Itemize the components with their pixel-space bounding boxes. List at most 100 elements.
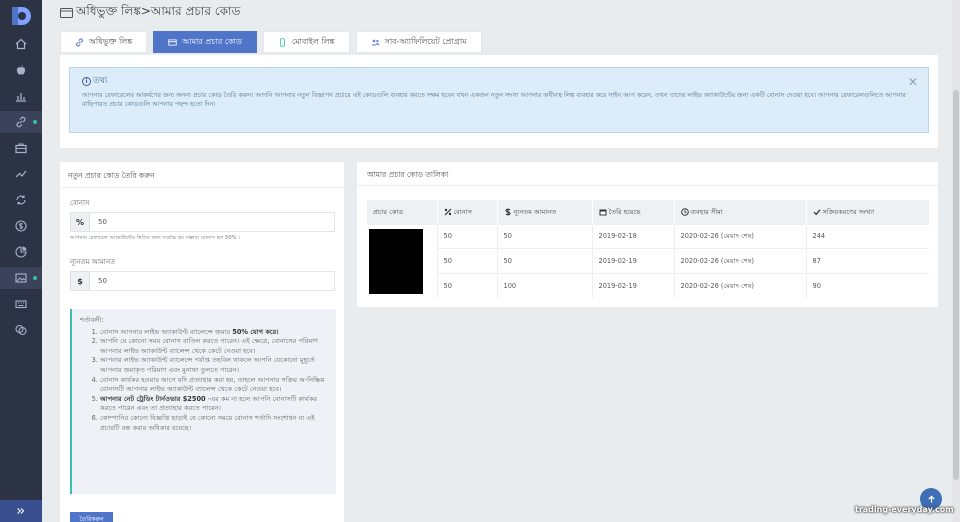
sidebar-item-home[interactable] [0, 33, 42, 55]
table-row[interactable]: 50 50 2019-02-19 2020-02-26 (মেয়াদ শেষ)… [367, 248, 929, 273]
cell-activations: 87 [806, 248, 929, 273]
tab-sub-affiliate[interactable]: সাব-অ্যাফিলিয়েট প্রোগ্রাম [355, 31, 482, 53]
terms-item: আপনার লাইভ অ্যাকাউন্ট ব্যালেন্সে পর্যাপ্… [100, 356, 328, 375]
card-header: নতুন প্রচার কোড তৈরি করুন [60, 162, 344, 188]
tab-promo-codes[interactable]: আমার প্রচার কোড [153, 31, 257, 53]
card-icon [168, 38, 177, 46]
sidebar-item-stats[interactable] [0, 85, 42, 107]
tab-label: সাব-অ্যাফিলিয়েট প্রোগ্রাম [384, 36, 467, 46]
sidebar-item-briefcase[interactable] [0, 137, 42, 159]
bonus-hint: আপনার রেফারেল অ্যাকাউন্টের স্থিতির জন্য … [70, 235, 241, 241]
terms-item: আপনার নেট ট্রেডিং টার্নওভার $2500 -এর কম… [100, 395, 328, 414]
dollar-icon [504, 208, 511, 216]
min-deposit-label: ন্যূনতম আমানত [70, 258, 116, 266]
alert-heading-text: তথ্য [93, 76, 108, 86]
link-icon [76, 38, 83, 46]
tab-mobile-links[interactable]: মোবাইল লিঙ্ক [262, 31, 350, 53]
promo-table: প্রচার কোড বোনাস ন্যূনতম আমানত তৈরি হয়ে… [367, 200, 929, 298]
check-icon [813, 209, 820, 215]
sidebar-item-dollar[interactable] [0, 215, 42, 237]
sidebar-item-media[interactable] [0, 267, 42, 289]
transfer-icon [16, 195, 26, 205]
cell-limit: 2020-02-26 (মেয়াদ শেষ) [674, 248, 807, 273]
briefcase-icon [15, 143, 27, 154]
table-row[interactable]: 50 100 2019-02-19 2020-02-26 (মেয়াদ শেষ… [367, 272, 929, 298]
calendar-icon [599, 209, 606, 216]
sidebar-item-coins[interactable] [0, 319, 42, 341]
terms-item: বোনাস আপনার লাইভ অ্যাকাউন্ট ব্যালেন্সে জ… [100, 328, 328, 338]
sidebar-item-apple[interactable] [0, 59, 42, 81]
image-icon [15, 273, 27, 283]
cell-created: 2019-02-19 [592, 272, 675, 298]
clock-icon [680, 207, 689, 216]
dollar-addon: $ [70, 271, 90, 291]
promo-code-redacted [367, 223, 438, 298]
sidebar-item-keyboard[interactable] [0, 293, 42, 315]
sidebar-item-affiliate[interactable] [0, 111, 42, 133]
sidebar-item-trend[interactable] [0, 163, 42, 185]
col-activations[interactable]: সক্রিয়করণের সংখ্যা [806, 200, 929, 224]
cell-deposit: 100 [497, 272, 593, 298]
sidebar-item-pie[interactable] [0, 241, 42, 263]
bonus-label: বোনাস [70, 199, 90, 207]
link-icon [16, 116, 26, 128]
terms-item: কোম্পানির কোনো বিজ্ঞপ্তি ছাড়াই যে কোনো … [100, 414, 328, 433]
table-header-row: প্রচার কোড বোনাস ন্যূনতম আমানত তৈরি হয়ে… [367, 200, 929, 224]
deposit-input-group: $ 50 [70, 271, 335, 291]
cell-bonus: 50 [437, 272, 498, 298]
active-dot [33, 120, 37, 124]
sidebar-collapse-button[interactable] [0, 500, 42, 522]
active-dot [33, 276, 37, 280]
scrollbar[interactable] [952, 0, 960, 522]
terms-title: শর্তাবলী: [80, 316, 104, 324]
cell-deposit: 50 [497, 248, 593, 273]
create-button[interactable]: তৈরিকরুন [70, 512, 113, 522]
arrow-up-icon [927, 494, 935, 503]
bar-chart-icon [16, 93, 26, 102]
page-title-text: অধিভুক্ত লিঙ্ক>আমার প্রচার কোড [76, 4, 241, 18]
keyboard-icon [15, 300, 27, 309]
info-card: i তথ্য আপনার রেফারেলের আকর্ষণের জন্য অনন… [60, 55, 938, 148]
coins-icon [15, 324, 27, 336]
close-icon[interactable]: ✕ [908, 75, 918, 89]
alert-text: আপনার রেফারেলের আকর্ষণের জন্য অনন্য প্রচ… [82, 92, 906, 108]
promo-list-card: আমার প্রচার কোড তালিকা প্রচার কোড বোনাস … [357, 162, 938, 307]
cell-bonus: 50 [437, 248, 498, 273]
tab-label: আমার প্রচার কোড [182, 36, 242, 46]
tab-bar: অধিভুক্ত লিঙ্ক আমার প্রচার কোড মোবাইল লি… [60, 31, 488, 53]
card-header: আমার প্রচার কোড তালিকা [357, 162, 938, 186]
bonus-input-group: % 50 [70, 212, 335, 232]
cell-created: 2019-02-19 [592, 248, 675, 273]
tab-affiliate-links[interactable]: অধিভুক্ত লিঙ্ক [60, 31, 148, 53]
info-icon: i [82, 76, 91, 86]
cell-limit: 2020-02-26 (মেয়াদ শেষ) [674, 223, 807, 249]
cell-bonus: 50 [437, 223, 498, 249]
cell-activations: 90 [806, 272, 929, 298]
apple-icon [16, 65, 26, 75]
trend-icon [15, 170, 27, 178]
tab-label: মোবাইল লিঙ্ক [291, 36, 335, 46]
terms-item: বোনাস কার্যকর হওয়ার আগে যদি প্রত্যাহার … [100, 376, 328, 395]
col-created[interactable]: তৈরি হয়েছে [592, 200, 675, 224]
cell-deposit: 50 [497, 223, 593, 249]
col-promo-code[interactable]: প্রচার কোড [367, 200, 438, 224]
col-usage-limit[interactable]: ব্যবহার সীমা [674, 200, 807, 224]
col-bonus[interactable]: বোনাস [437, 200, 498, 224]
double-chevron-right-icon [17, 508, 25, 514]
col-min-deposit[interactable]: ন্যূনতম আমানত [497, 200, 593, 224]
info-alert: i তথ্য আপনার রেফারেলের আকর্ষণের জন্য অনন… [69, 67, 929, 133]
cell-activations: 244 [806, 223, 929, 249]
terms-list: বোনাস আপনার লাইভ অ্যাকাউন্ট ব্যালেন্সে জ… [80, 328, 328, 434]
percent-addon: % [70, 212, 90, 232]
scrollbar-thumb[interactable] [953, 90, 959, 480]
bonus-input[interactable]: 50 [90, 212, 335, 232]
dollar-circle-icon [15, 220, 27, 232]
table-row[interactable]: 50 50 2019-02-18 2020-02-26 (মেয়াদ শেষ)… [367, 223, 929, 298]
min-deposit-input[interactable]: 50 [90, 271, 335, 291]
terms-box: শর্তাবলী: বোনাস আপনার লাইভ অ্যাকাউন্ট ব্… [70, 309, 336, 494]
cell-created: 2019-02-18 [592, 223, 675, 249]
pie-chart-icon [15, 246, 27, 258]
terms-item: আপনি যে কোনো সময় বোনাস বাতিল করতে পারেন… [100, 337, 328, 356]
logo-icon[interactable] [9, 5, 33, 27]
sidebar-item-transfer[interactable] [0, 189, 42, 211]
